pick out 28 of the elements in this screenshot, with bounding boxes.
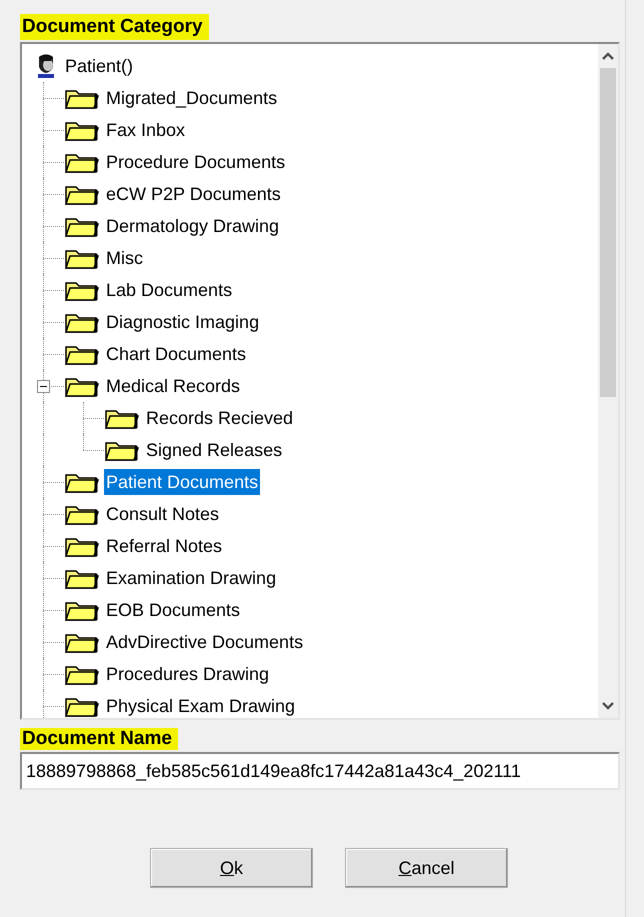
tree-item[interactable]: Patient Documents [104,469,260,495]
collapse-toggle[interactable] [37,380,50,393]
scrollbar-thumb[interactable] [600,68,616,397]
ok-button[interactable]: Ok [150,848,313,888]
tree-item[interactable]: Consult Notes [104,501,222,527]
tree-item[interactable]: eCW P2P Documents [104,181,283,207]
tree-item[interactable]: AdvDirective Documents [104,629,306,655]
cancel-button[interactable]: Cancel [345,848,508,888]
section-heading: Document Category [20,14,209,40]
name-field[interactable]: 18889798868_feb585c561d149ea8fc17442a81a43c4_202111 [20,752,620,790]
tree-item[interactable]: Chart Documents [104,341,248,367]
tree-item[interactable]: Migrated_Documents [104,85,280,111]
section-heading: Document Name [20,728,178,750]
tree-item[interactable]: Lab Documents [104,277,234,303]
tree-item[interactable]: Medical Records [104,373,242,399]
tree-item[interactable]: Misc [104,245,145,271]
tree-item[interactable]: Procedures Drawing [104,661,272,687]
tree-item[interactable]: Procedure Documents [104,149,288,175]
tree-item[interactable]: EOB Documents [104,597,242,623]
tree-item[interactable]: Records Recieved [144,405,296,431]
tree-item[interactable]: Signed Releases [144,437,284,463]
tree-item[interactable]: Physical Exam Drawing [104,693,298,718]
tree-item[interactable]: Referral Notes [104,533,224,559]
tree-item[interactable]: Fax Inbox [104,117,188,143]
tree-item[interactable]: Patient() [63,53,136,79]
tree-item[interactable]: Dermatology Drawing [104,213,282,239]
tree-item[interactable]: Examination Drawing [104,565,278,591]
tree-item[interactable]: Diagnostic Imaging [104,309,262,335]
